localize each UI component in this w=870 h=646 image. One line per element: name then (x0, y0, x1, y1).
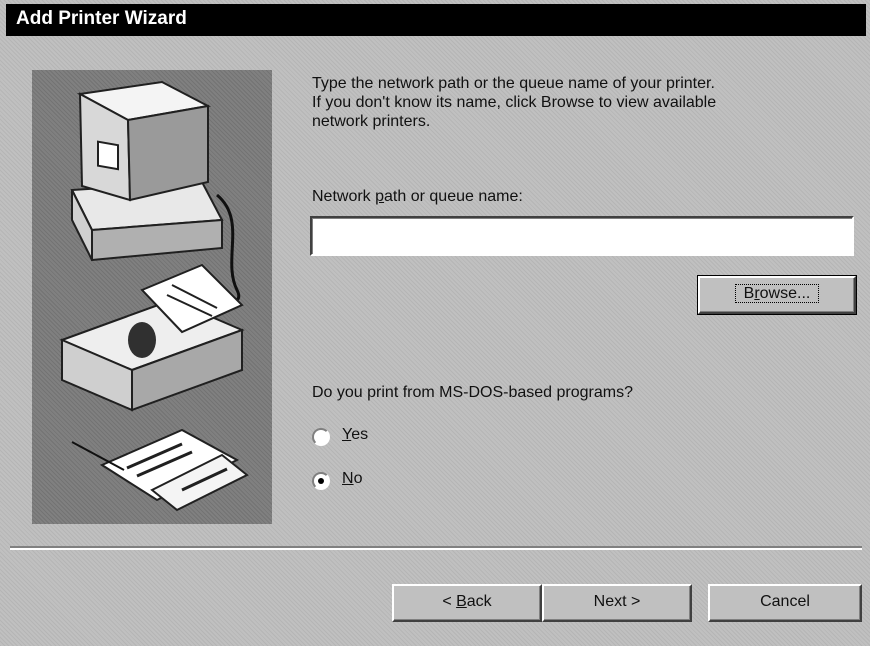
window-title: Add Printer Wizard (16, 8, 187, 29)
radio-yes-label[interactable]: Yes (342, 426, 368, 444)
printer-illustration-icon (59, 80, 249, 512)
browse-button[interactable]: Browse... (697, 275, 857, 315)
instructions-text: Type the network path or the queue name … (312, 75, 717, 130)
wizard-illustration (32, 70, 272, 524)
ms-dos-question: Do you print from MS-DOS-based programs? (312, 384, 633, 401)
radio-no-label[interactable]: No (342, 470, 362, 488)
radio-selected-dot (318, 478, 324, 484)
next-button[interactable]: Next > (542, 584, 692, 622)
back-button[interactable]: < Back (392, 584, 542, 622)
cancel-button[interactable]: Cancel (708, 584, 862, 622)
radio-yes-circle[interactable] (312, 428, 330, 446)
radio-no-circle[interactable] (312, 472, 330, 490)
network-path-label: Network path or queue name: (312, 188, 523, 205)
add-printer-wizard-window: Add Printer Wizard Type the network path… (0, 0, 870, 646)
network-path-input[interactable] (310, 216, 854, 256)
title-bar[interactable]: Add Printer Wizard (6, 4, 866, 36)
separator-line (10, 546, 862, 550)
